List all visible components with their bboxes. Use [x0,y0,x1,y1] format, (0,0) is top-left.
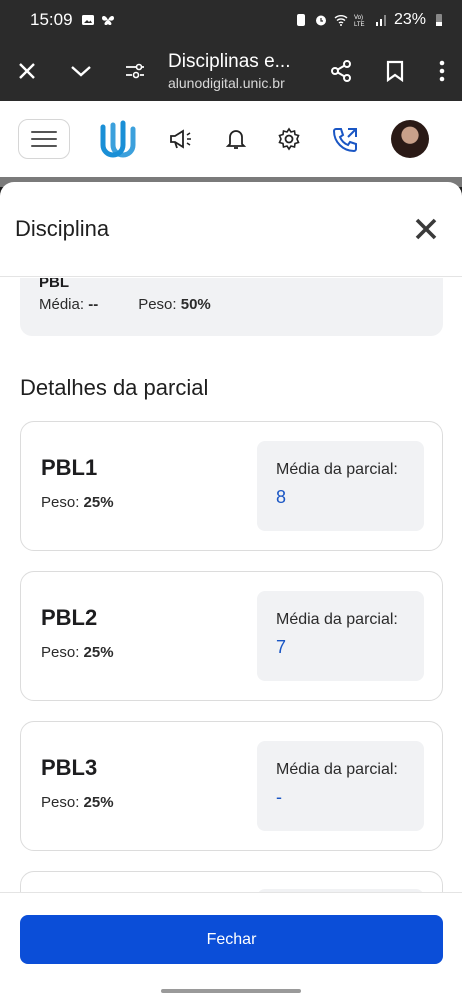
image-icon [81,15,94,25]
parcial-media-box: Média da parcial: - [257,741,424,831]
summary-peso-label: Peso: [138,296,177,313]
more-vert-icon [439,60,445,81]
summary-card: PBL Média: -- Peso: 50% [20,278,443,336]
avatar[interactable] [390,120,429,158]
phone-support-icon[interactable] [332,125,360,153]
status-left-icons [81,13,115,27]
gear-icon[interactable] [277,127,301,151]
bookmark-icon [386,60,404,82]
close-icon [19,62,35,79]
parcial-peso: Peso: 25% [41,494,114,511]
header-actions [82,117,444,161]
summary-row: Média: -- Peso: 50% [39,296,211,313]
chevron-down-icon [71,65,91,77]
site-settings-button[interactable] [108,40,162,101]
modal-close-button[interactable] [406,209,446,249]
volte-icon: Vo)LTE [354,15,365,27]
parcial-card-partial [20,871,443,892]
parcial-media-box: Média da parcial: 8 [257,441,424,531]
gesture-bar [161,989,301,993]
battery-saver-icon [296,14,305,26]
section-title: Detalhes da parcial [20,375,209,400]
parcial-title: PBL1 [41,455,98,480]
summary-media-label: Média: [39,296,85,313]
menu-icon [31,131,57,133]
parcial-media-value: 7 [276,637,287,657]
more-options-button[interactable] [422,40,462,101]
browser-toolbar: Disciplinas e... alunodigital.unic.br [0,40,462,101]
disciplina-modal: Disciplina PBL Média: -- Peso: 50% Detal… [0,182,462,1000]
page-address[interactable]: Disciplinas e... alunodigital.unic.br [162,51,314,91]
parcial-peso: Peso: 25% [41,644,114,661]
parcial-media-label: Média da parcial: [276,611,398,628]
minimize-button[interactable] [54,40,108,101]
app-header [0,101,462,177]
summary-media-value: -- [88,296,99,313]
parcial-title: PBL2 [41,605,98,630]
bookmark-button[interactable] [368,40,422,101]
parcial-media-label: Média da parcial: [276,461,398,478]
wifi-icon [334,15,348,26]
parcial-card: PBL3 Peso: 25% Média da parcial: - [20,721,443,851]
parcial-card: PBL1 Peso: 25% Média da parcial: 8 [20,421,443,551]
close-icon [415,218,437,240]
signal-icon [375,15,386,26]
parcial-media-box: Média da parcial: 7 [257,591,424,681]
parcial-peso: Peso: 25% [41,794,114,811]
status-bar: 15:09 Vo) LTE 23% [0,0,462,40]
svg-text:LTE: LTE [354,22,365,27]
modal-title: Disciplina [15,216,110,241]
status-time: 15:09 [30,10,73,29]
tune-icon [126,63,144,78]
share-icon [331,59,351,82]
summary-name: PBL [39,278,69,291]
modal-content[interactable]: PBL Média: -- Peso: 50% Detalhes da parc… [0,278,462,892]
fechar-button[interactable]: Fechar [20,915,443,964]
modal-footer: Fechar [0,892,462,1000]
share-button[interactable] [314,40,368,101]
page-title: Disciplinas e... [168,50,291,72]
parcial-title: PBL3 [41,755,98,780]
page-url: alunodigital.unic.br [168,74,285,91]
megaphone-icon[interactable] [168,127,194,151]
parcial-media-value: 8 [276,487,287,507]
bell-icon[interactable] [225,127,247,151]
logo-icon[interactable] [97,117,137,161]
svg-text:Vo): Vo) [354,15,363,21]
modal-header: Disciplina [0,182,462,277]
battery-icon [436,14,442,26]
parcial-media-label: Média da parcial: [276,761,398,778]
summary-peso-value: 50% [180,296,211,313]
alarm-icon [315,15,326,26]
parcial-media-value: - [276,787,282,807]
battery-percent: 23% [393,11,426,28]
close-tab-button[interactable] [0,40,54,101]
parcial-card: PBL2 Peso: 25% Média da parcial: 7 [20,571,443,701]
menu-button[interactable] [18,119,70,159]
butterfly-icon [101,15,114,25]
status-right: Vo) LTE 23% [294,11,446,29]
